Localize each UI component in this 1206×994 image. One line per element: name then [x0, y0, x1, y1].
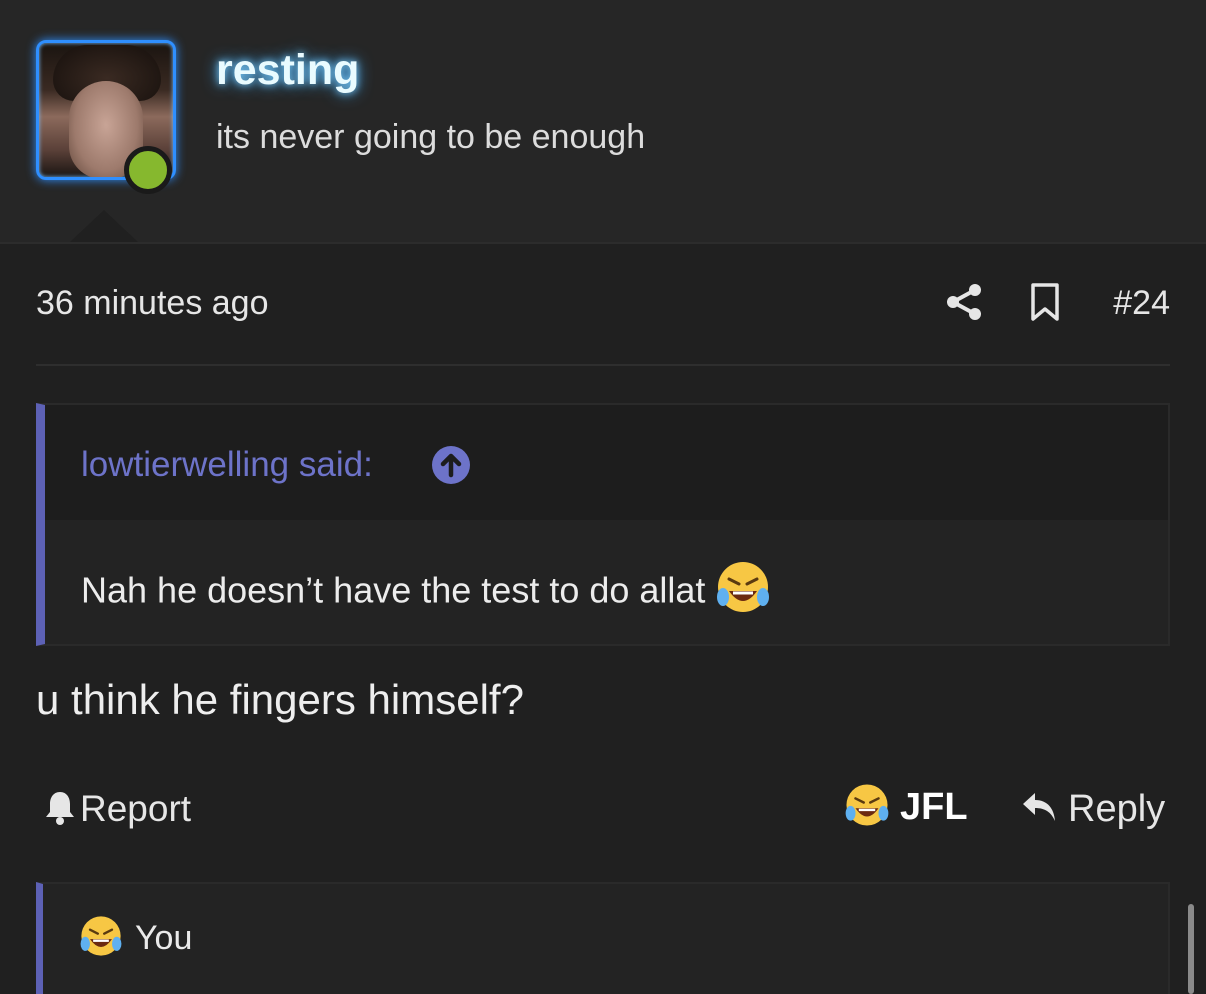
laughing-crying-emoji-icon [845, 784, 889, 826]
quote-author-link[interactable]: lowtierwelling said: [81, 445, 373, 485]
reaction-button[interactable]: JFL [844, 784, 968, 832]
quote-header: lowtierwelling said: [45, 405, 1168, 520]
report-button[interactable]: Report [44, 788, 191, 830]
quote-block: lowtierwelling said: Nah he doesn’t have… [36, 403, 1170, 646]
laughing-crying-emoji-icon [717, 562, 770, 612]
scrollbar[interactable] [1188, 904, 1194, 994]
post-timestamp[interactable]: 36 minutes ago [36, 284, 269, 323]
reactions-user-label[interactable]: You [135, 919, 192, 957]
reply-label: Reply [1068, 788, 1166, 830]
post-message: u think he fingers himself? [36, 676, 524, 723]
quote-text-line: Nah he doesn’t have the test to do allat [81, 562, 771, 621]
header-caret [70, 210, 138, 242]
reply-button[interactable]: Reply [1020, 788, 1165, 831]
reply-arrow-icon [1023, 792, 1055, 821]
bookmark-icon[interactable] [1028, 282, 1062, 322]
bell-icon [46, 792, 74, 826]
arrow-up-circle-icon[interactable] [431, 445, 471, 485]
reactions-bar[interactable]: You [36, 882, 1170, 994]
report-label: Report [80, 788, 192, 829]
username[interactable]: resting [216, 46, 359, 95]
reactions-summary: You [79, 916, 192, 962]
share-icon[interactable] [944, 282, 984, 322]
online-status-indicator [124, 146, 172, 194]
user-title: its never going to be enough [216, 118, 646, 156]
laughing-crying-emoji-icon [80, 916, 122, 956]
user-header: resting its never going to be enough [0, 0, 1206, 244]
post-meta-bar: 36 minutes ago #24 [36, 280, 1170, 366]
reaction-label: JFL [900, 786, 968, 829]
post-number-link[interactable]: #24 [1113, 284, 1170, 323]
quote-text: Nah he doesn’t have the test to do allat [81, 569, 706, 611]
